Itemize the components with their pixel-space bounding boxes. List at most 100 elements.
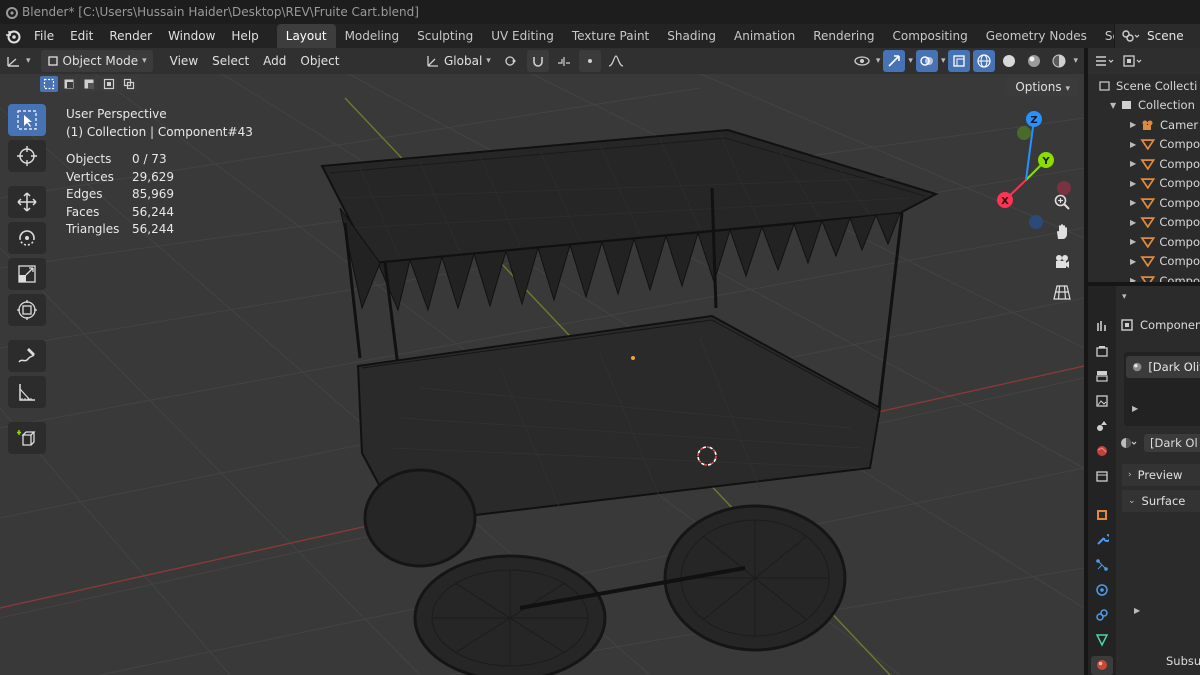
modifier-wrench-icon[interactable] [1091,530,1113,549]
menu-add[interactable]: Add [256,54,293,68]
visibility-dropdown-icon[interactable]: ▾ [876,56,881,66]
overlays-toggle-icon[interactable] [915,50,938,72]
tab-sculpting[interactable]: Sculpting [408,24,482,48]
tab-uv-editing[interactable]: UV Editing [482,24,563,48]
outliner-item-component[interactable]: ▶ Compo [1088,252,1200,272]
falloff-icon[interactable] [605,50,627,72]
object-tab-icon[interactable] [1091,505,1113,524]
collapse-triangle-icon[interactable]: ▼ [1110,101,1120,110]
menu-select[interactable]: Select [205,54,256,68]
tab-rendering[interactable]: Rendering [804,24,883,48]
select-box-tool[interactable] [8,104,46,136]
tab-geometry-nodes[interactable]: Geometry Nodes [977,24,1096,48]
tab-compositing[interactable]: Compositing [883,24,976,48]
outliner-item-component[interactable]: ▶ Compo [1088,154,1200,174]
blender-menu-icon[interactable] [0,28,26,44]
scene-selector[interactable]: Scene [1114,24,1200,48]
tab-shading[interactable]: Shading [658,24,725,48]
tab-animation[interactable]: Animation [725,24,804,48]
preview-section[interactable]: › Preview [1122,464,1200,486]
render-tab-icon[interactable] [1091,341,1113,360]
menu-window[interactable]: Window [160,24,223,48]
rendered-shading-icon[interactable] [1048,50,1070,72]
menu-render[interactable]: Render [101,24,160,48]
tab-layout[interactable]: Layout [276,24,336,48]
blender-logo-icon [6,7,18,19]
collection-tab-icon[interactable] [1091,467,1113,486]
menu-view[interactable]: View [163,54,205,68]
outliner-item-component[interactable]: ▶ Compo [1088,174,1200,194]
material-shading-icon[interactable] [1023,50,1045,72]
world-tab-icon[interactable] [1091,441,1113,460]
snap-target-icon[interactable] [553,50,575,72]
menu-edit[interactable]: Edit [62,24,101,48]
select-subtract-icon[interactable] [80,76,98,92]
mode-dropdown[interactable]: Object Mode ▾ [40,50,153,72]
snap-icon[interactable] [526,50,549,72]
measure-tool[interactable] [8,376,46,408]
select-new-icon[interactable] [40,76,58,92]
surface-sub-expand-icon[interactable]: ▶ [1134,606,1140,615]
tab-texture-paint[interactable]: Texture Paint [563,24,658,48]
proportional-edit-icon[interactable] [578,50,601,72]
object-mode-icon [47,56,58,66]
outliner-item-camera[interactable]: ▶ Camer [1088,115,1200,135]
select-extend-icon[interactable] [60,76,78,92]
xray-toggle-icon[interactable] [948,50,971,72]
perspective-grid-icon[interactable] [1050,280,1074,304]
view-layer-tab-icon[interactable] [1091,391,1113,410]
add-cube-tool[interactable] [8,422,46,454]
tab-modeling[interactable]: Modeling [336,24,409,48]
constraints-tab-icon[interactable] [1091,606,1113,625]
material-tab-icon[interactable] [1091,655,1113,675]
preview-expand-icon: › [1128,470,1132,480]
solid-shading-icon[interactable] [998,50,1020,72]
material-selector[interactable]: [Dark Ol [1120,434,1200,452]
pan-hand-icon[interactable] [1050,220,1074,244]
orientation-dropdown[interactable]: Global ▾ [420,50,497,72]
rotate-tool[interactable] [8,222,46,254]
output-tab-icon[interactable] [1091,366,1113,385]
pivot-point-icon[interactable] [501,50,523,72]
gizmo-dropdown-icon[interactable]: ▾ [908,56,913,66]
shading-dropdown-icon[interactable]: ▾ [1073,56,1078,66]
menu-object[interactable]: Object [293,54,346,68]
overlays-dropdown-icon[interactable]: ▾ [941,56,946,66]
physics-tab-icon[interactable] [1091,581,1113,600]
transform-tool[interactable] [8,294,46,326]
visibility-icon[interactable] [851,50,873,72]
move-tool[interactable] [8,186,46,218]
outliner-scene-collection[interactable]: Scene Collecti [1088,76,1200,96]
tool-settings-tab-icon[interactable] [1091,316,1113,335]
menu-file[interactable]: File [26,24,62,48]
material-slot-list[interactable]: [Dark Oliv ▶ [1124,352,1200,426]
annotate-tool[interactable] [8,340,46,372]
zoom-icon[interactable] [1050,190,1074,214]
material-slot[interactable]: [Dark Oliv [1126,356,1200,378]
scene-tab-icon[interactable] [1091,416,1113,435]
surface-section[interactable]: ⌄ Surface [1122,490,1200,512]
3d-cursor-tool-icon [17,146,37,166]
slot-expand-icon[interactable]: ▶ [1132,404,1138,413]
outliner-collection[interactable]: ▼ Collection [1088,96,1200,116]
camera-view-icon[interactable] [1050,250,1074,274]
display-mode-icon[interactable] [1122,54,1144,68]
scale-tool[interactable] [8,258,46,290]
3d-viewport[interactable]: X Y Z ▾ Object Mode ▾ View Select Add Ob… [0,48,1084,675]
select-invert-icon[interactable] [100,76,118,92]
select-intersect-icon[interactable] [120,76,138,92]
editor-type-button[interactable]: ▾ [0,50,37,72]
menu-help[interactable]: Help [223,24,266,48]
cursor-tool[interactable] [8,140,46,172]
options-dropdown[interactable]: Options ▾ [1007,78,1078,96]
gizmo-toggle-icon[interactable] [883,50,906,72]
outliner-item-component[interactable]: ▶ Compo [1088,213,1200,233]
outliner-item-component[interactable]: ▶ Compo [1088,135,1200,155]
wireframe-shading-icon[interactable] [973,50,996,72]
expand-triangle-icon[interactable]: ▶ [1130,120,1140,129]
outliner-item-component[interactable]: ▶ Compo [1088,193,1200,213]
outliner-list-icon[interactable] [1094,54,1116,68]
outliner-item-component[interactable]: ▶ Compo [1088,232,1200,252]
particles-tab-icon[interactable] [1091,555,1113,574]
data-tab-icon[interactable] [1091,631,1113,650]
